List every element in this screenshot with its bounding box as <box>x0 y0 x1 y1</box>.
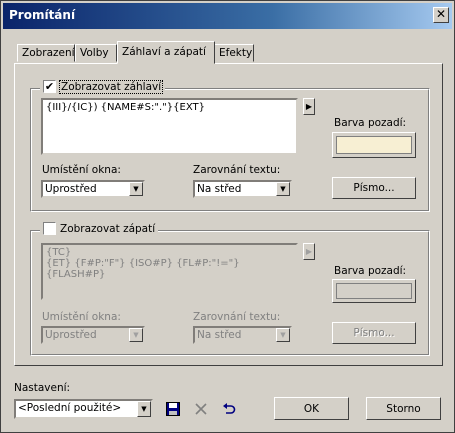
tab-efekty[interactable]: Efekty <box>214 44 254 62</box>
tab-label: Volby <box>80 47 109 59</box>
header-bg-label: Barva pozadí: <box>334 117 407 129</box>
tab-label: Efekty <box>219 47 253 59</box>
dialog-window: Promítání ✕ Zobrazení Volby Záhlaví a zá… <box>0 0 455 433</box>
chevron-down-icon[interactable]: ▼ <box>276 182 290 196</box>
tab-label: Zobrazení <box>22 47 75 59</box>
save-icon <box>166 402 180 416</box>
select-value: <Poslední použité> <box>18 402 122 414</box>
header-bg-color-button[interactable] <box>332 132 416 158</box>
button-label: Storno <box>386 402 421 415</box>
header-font-button[interactable]: Písmo... <box>332 177 416 199</box>
settings-label: Nastavení: <box>14 382 71 394</box>
triangle-right-icon: ▶ <box>305 247 313 256</box>
header-bg-swatch <box>336 136 412 154</box>
footer-text-line: {TC} <box>46 247 72 258</box>
button-label: OK <box>303 402 320 415</box>
tab-zobrazeni[interactable]: Zobrazení <box>17 44 75 62</box>
footer-bg-label: Barva pozadí: <box>334 265 407 277</box>
footer-position-label: Umístění okna: <box>42 311 121 323</box>
button-label: Písmo... <box>353 327 395 339</box>
header-align-label: Zarovnání textu: <box>193 164 281 176</box>
header-checkbox-label: Zobrazovat záhlaví <box>58 79 164 94</box>
close-icon: ✕ <box>435 7 447 21</box>
window-title: Promítání <box>9 8 76 22</box>
ok-button[interactable]: OK <box>274 397 349 420</box>
select-value: Uprostřed <box>45 329 97 341</box>
chevron-down-icon[interactable]: ▼ <box>129 328 143 342</box>
footer-checkbox-label: Zobrazovat zápatí <box>60 222 156 235</box>
checkbox-checked-icon[interactable]: ✔ <box>43 80 56 93</box>
footer-insert-button[interactable]: ▶ <box>303 243 315 260</box>
footer-checkbox[interactable]: Zobrazovat zápatí <box>40 222 159 235</box>
footer-position-select[interactable]: Uprostřed ▼ <box>41 326 145 344</box>
undo-settings-button[interactable] <box>219 399 239 419</box>
footer-bg-swatch <box>336 283 412 299</box>
save-settings-button[interactable] <box>163 399 183 419</box>
chevron-down-icon[interactable]: ▼ <box>276 328 290 342</box>
delete-settings-button[interactable] <box>191 399 211 419</box>
header-align-select[interactable]: Na střed ▼ <box>193 180 292 198</box>
settings-select[interactable]: <Poslední použité> ▼ <box>14 399 153 419</box>
header-text-input[interactable]: {III}/{IC}) {NAME#S:"."}{EXT} <box>41 98 298 155</box>
button-label: Písmo... <box>353 182 395 194</box>
header-insert-button[interactable]: ▶ <box>303 98 315 115</box>
tab-volby[interactable]: Volby <box>75 44 117 62</box>
tab-zahlavi-zapati[interactable]: Záhlaví a zápatí <box>117 41 215 64</box>
header-position-label: Umístění okna: <box>42 164 121 176</box>
checkbox-unchecked-icon[interactable] <box>43 222 56 235</box>
undo-icon <box>223 403 236 414</box>
triangle-right-icon: ▶ <box>305 102 313 111</box>
footer-align-label: Zarovnání textu: <box>193 311 281 323</box>
header-position-select[interactable]: Uprostřed ▼ <box>41 180 145 198</box>
cancel-button[interactable]: Storno <box>366 397 441 420</box>
tab-label: Záhlaví a zápatí <box>122 46 206 58</box>
chevron-down-icon[interactable]: ▼ <box>137 401 151 417</box>
footer-bg-color-button[interactable] <box>332 279 416 303</box>
close-button[interactable]: ✕ <box>433 7 449 23</box>
header-text-value: {III}/{IC}) {NAME#S:"."}{EXT} <box>46 102 205 113</box>
select-value: Na střed <box>197 329 242 341</box>
footer-align-select[interactable]: Na střed ▼ <box>193 326 292 344</box>
select-value: Uprostřed <box>45 183 97 195</box>
footer-text-input[interactable]: {TC} {ET} {F#P:"F"} {ISO#P} {FL#P:"!="} … <box>41 243 298 300</box>
footer-font-button[interactable]: Písmo... <box>332 322 416 344</box>
header-checkbox[interactable]: ✔ Zobrazovat záhlaví <box>40 79 166 94</box>
footer-text-line: {ET} {F#P:"F"} {ISO#P} {FL#P:"!="} {FLAS… <box>46 258 240 280</box>
delete-icon <box>195 403 207 415</box>
select-value: Na střed <box>197 183 242 195</box>
chevron-down-icon[interactable]: ▼ <box>129 182 143 196</box>
title-bar[interactable]: Promítání ✕ <box>3 3 452 29</box>
